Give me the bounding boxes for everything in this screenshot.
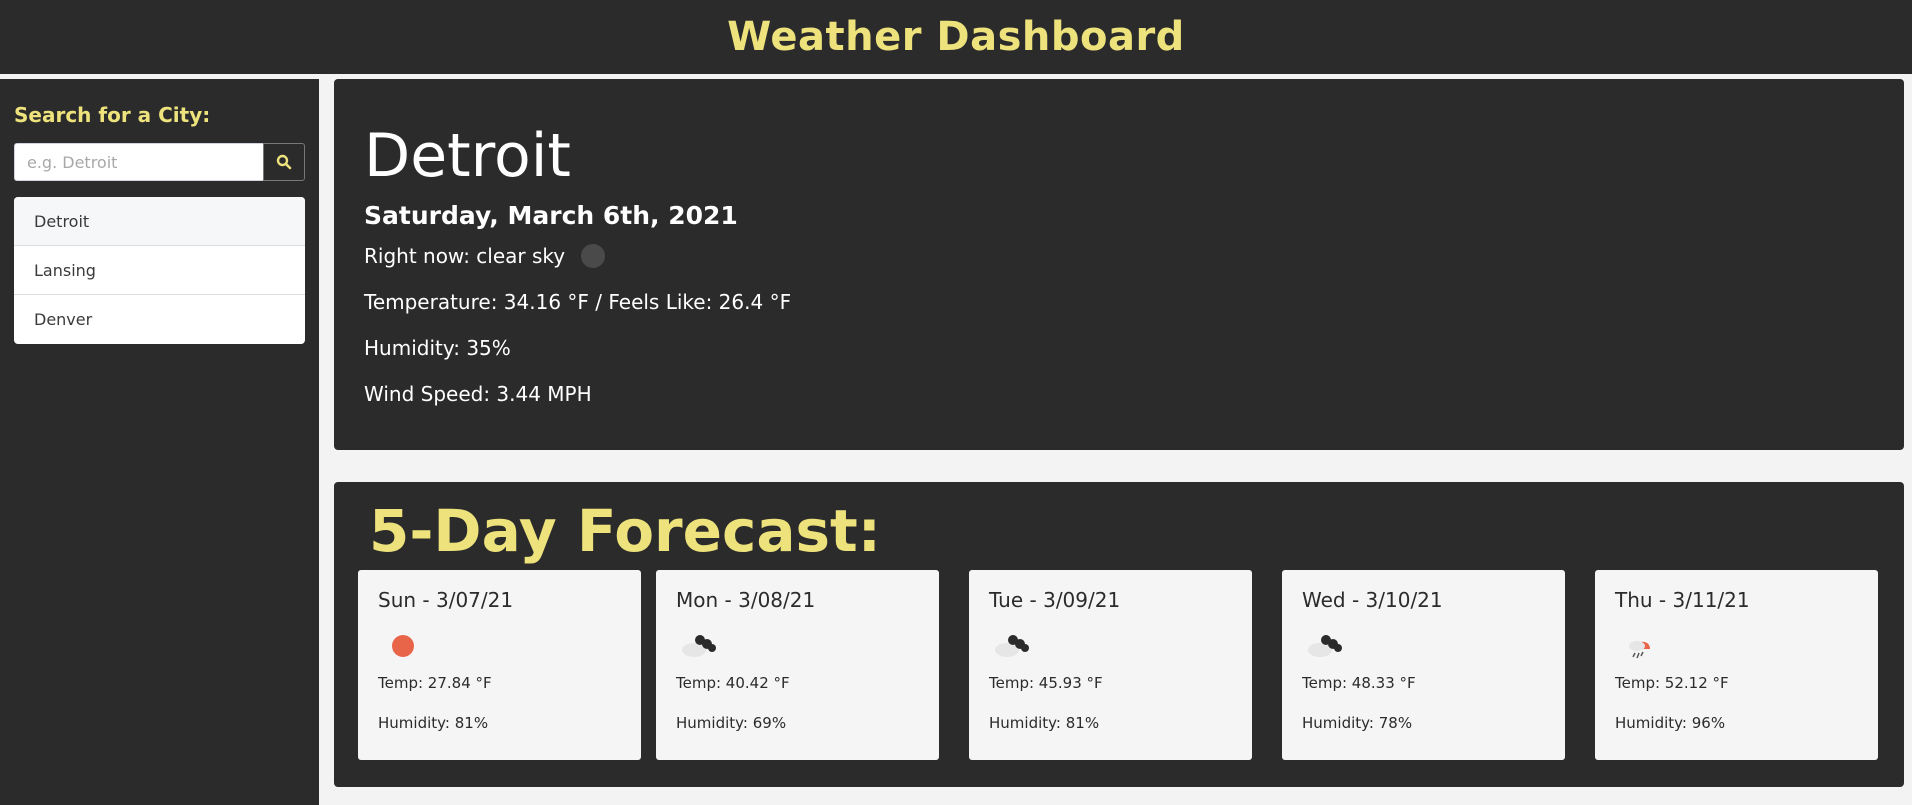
broken-clouds-icon <box>995 635 1029 657</box>
forecast-cards: Sun - 3/07/21 Temp: 27.84 °F Humidity: 8… <box>358 570 1878 760</box>
history-item-label: Lansing <box>34 260 96 280</box>
sun-icon <box>392 635 414 657</box>
forecast-day: Mon - 3/08/21 <box>676 588 816 612</box>
forecast-humidity: Humidity: 69% <box>676 714 787 732</box>
forecast-card: Wed - 3/10/21 Temp: 48.33 °F Humidity: 7… <box>1282 570 1565 760</box>
forecast-panel: 5-Day Forecast: Sun - 3/07/21 Temp: 27.8… <box>334 482 1904 787</box>
forecast-temp: Temp: 45.93 °F <box>989 674 1103 692</box>
forecast-day: Thu - 3/11/21 <box>1615 588 1750 612</box>
search-button[interactable] <box>263 143 305 181</box>
city-search-input[interactable] <box>14 143 263 181</box>
search-label: Search for a City: <box>14 103 211 127</box>
forecast-humidity: Humidity: 81% <box>378 714 489 732</box>
current-weather-panel: Detroit Saturday, March 6th, 2021 Right … <box>334 79 1904 450</box>
current-conditions: Right now: clear sky <box>364 244 1874 268</box>
search-icon <box>276 154 292 170</box>
page-title: Weather Dashboard <box>727 14 1185 60</box>
forecast-temp: Temp: 52.12 °F <box>1615 674 1729 692</box>
forecast-card: Sun - 3/07/21 Temp: 27.84 °F Humidity: 8… <box>358 570 641 760</box>
forecast-humidity: Humidity: 96% <box>1615 714 1726 732</box>
broken-clouds-icon <box>1308 635 1342 657</box>
history-item-denver[interactable]: Denver <box>14 295 305 344</box>
search-row <box>14 143 305 181</box>
current-wind-speed: Wind Speed: 3.44 MPH <box>364 382 592 406</box>
current-temperature: Temperature: 34.16 °F / Feels Like: 26.4… <box>364 290 792 314</box>
history-item-label: Detroit <box>34 211 90 231</box>
search-history-list: Detroit Lansing Denver <box>14 197 305 344</box>
app-header: Weather Dashboard <box>0 0 1912 74</box>
current-city-name: Detroit <box>364 121 571 191</box>
forecast-card: Tue - 3/09/21 Temp: 45.93 °F Humidity: 8… <box>969 570 1252 760</box>
conditions-text: Right now: clear sky <box>364 244 566 268</box>
rain-sun-icon <box>1629 641 1651 659</box>
forecast-day: Wed - 3/10/21 <box>1302 588 1443 612</box>
forecast-temp: Temp: 48.33 °F <box>1302 674 1416 692</box>
current-date: Saturday, March 6th, 2021 <box>364 201 738 230</box>
forecast-card: Mon - 3/08/21 Temp: 40.42 °F Humidity: 6… <box>656 570 939 760</box>
current-humidity: Humidity: 35% <box>364 336 511 360</box>
forecast-day: Sun - 3/07/21 <box>378 588 514 612</box>
forecast-humidity: Humidity: 81% <box>989 714 1100 732</box>
forecast-title: 5-Day Forecast: <box>369 497 881 565</box>
history-item-detroit[interactable]: Detroit <box>14 197 305 246</box>
forecast-temp: Temp: 27.84 °F <box>378 674 492 692</box>
history-item-lansing[interactable]: Lansing <box>14 246 305 295</box>
sidebar: Search for a City: Detroit Lansing Denve… <box>0 79 319 805</box>
broken-clouds-icon <box>682 635 716 657</box>
forecast-temp: Temp: 40.42 °F <box>676 674 790 692</box>
forecast-card: Thu - 3/11/21 Temp: 52.12 °F Humidity: 9… <box>1595 570 1878 760</box>
history-item-label: Denver <box>34 310 93 329</box>
forecast-humidity: Humidity: 78% <box>1302 714 1413 732</box>
clear-night-icon <box>581 244 606 268</box>
forecast-day: Tue - 3/09/21 <box>989 588 1121 612</box>
